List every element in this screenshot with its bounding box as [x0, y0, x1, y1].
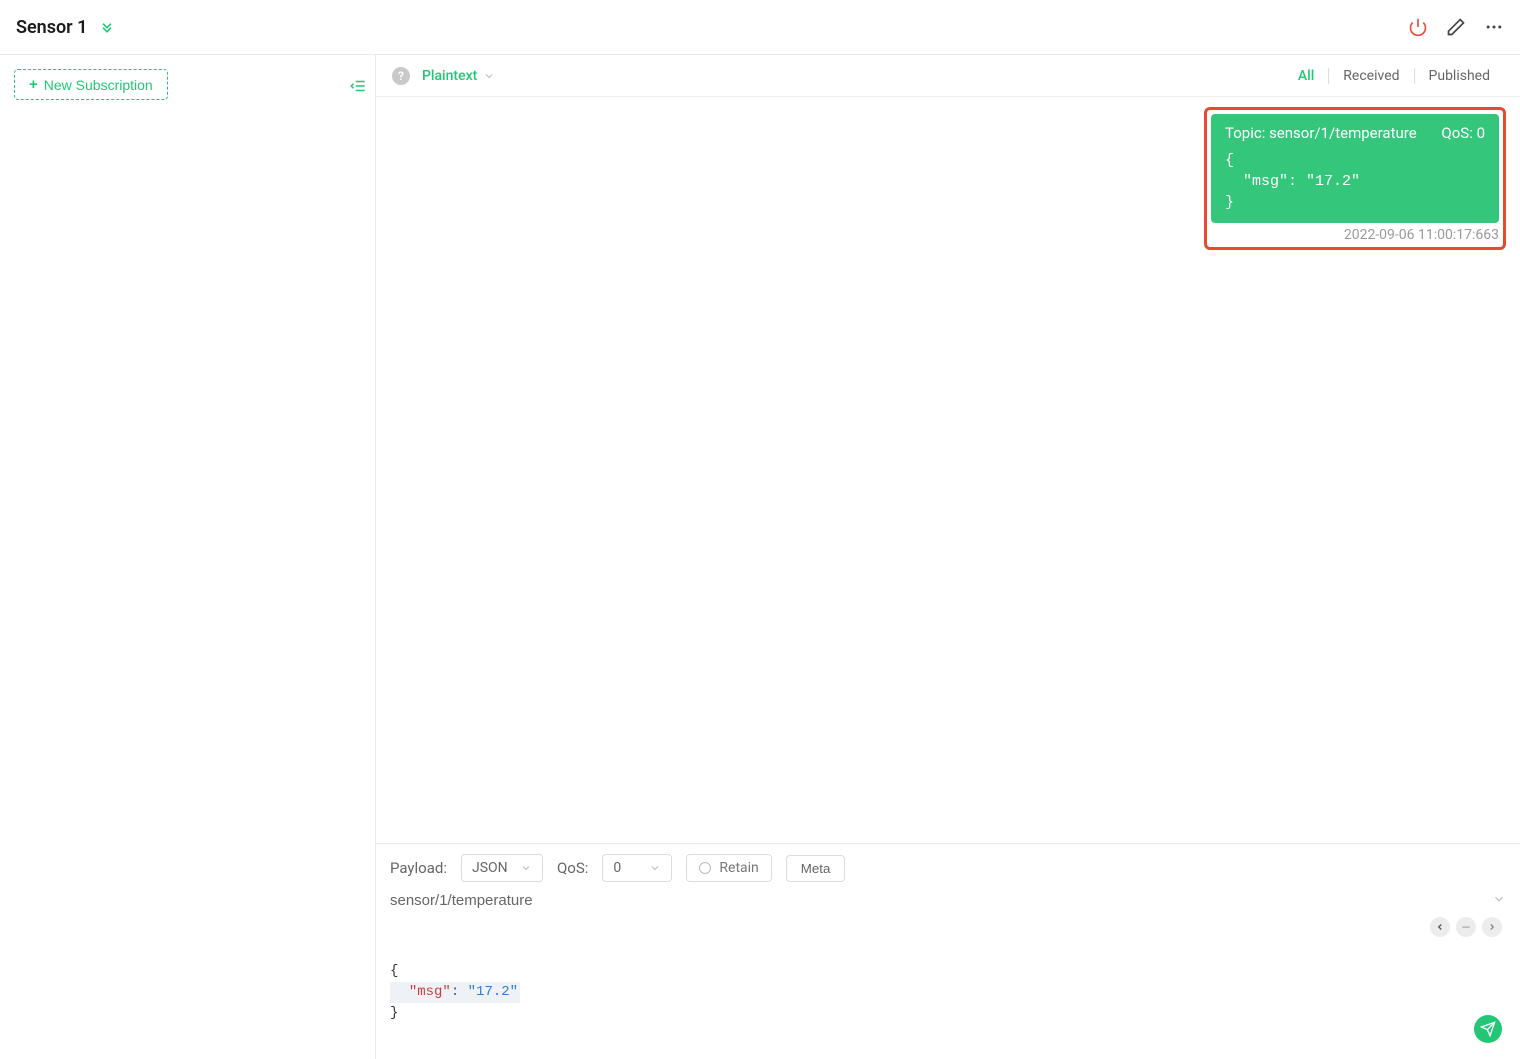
- retain-label: Retain: [719, 860, 758, 876]
- history-prev-button[interactable]: [1430, 917, 1450, 937]
- message-highlight: Topic: sensor/1/temperature QoS: 0 { "ms…: [1204, 107, 1506, 250]
- editor-history-controls: —: [1430, 917, 1502, 937]
- topic-history-icon[interactable]: [1492, 892, 1506, 910]
- message-filter-tabs: All Received Published: [1284, 68, 1504, 84]
- new-subscription-label: New Subscription: [44, 77, 153, 93]
- main-area: + New Subscription ? Plaintext All Recei…: [0, 55, 1520, 1059]
- payload-type-select[interactable]: JSON: [461, 854, 543, 882]
- payload-type-value: JSON: [472, 860, 508, 876]
- chevron-down-icon: [483, 70, 495, 82]
- filter-tab-all[interactable]: All: [1284, 68, 1328, 84]
- header-left: Sensor 1: [16, 17, 115, 38]
- history-pause-button[interactable]: —: [1456, 917, 1476, 937]
- message-item: Topic: sensor/1/temperature QoS: 0 { "ms…: [390, 107, 1506, 250]
- retain-toggle[interactable]: Retain: [686, 854, 771, 882]
- codec-label: Plaintext: [422, 68, 477, 84]
- messages-list[interactable]: Topic: sensor/1/temperature QoS: 0 { "ms…: [376, 97, 1520, 843]
- retain-radio-icon: [699, 862, 711, 874]
- publish-panel: Payload: JSON QoS: 0 Retain Meta: [376, 843, 1520, 1059]
- topic-input[interactable]: [390, 890, 1492, 911]
- new-subscription-button[interactable]: + New Subscription: [14, 69, 168, 100]
- message-timestamp: 2022-09-06 11:00:17:663: [1211, 227, 1499, 243]
- message-qos: QoS: 0: [1441, 124, 1485, 142]
- meta-button[interactable]: Meta: [786, 855, 846, 882]
- connection-title: Sensor 1: [16, 17, 87, 38]
- more-icon[interactable]: [1484, 17, 1504, 37]
- payload-label: Payload:: [390, 859, 447, 877]
- expand-connection-icon[interactable]: [99, 19, 115, 35]
- send-button[interactable]: [1474, 1015, 1502, 1043]
- topbar-left: ? Plaintext: [392, 67, 495, 85]
- filter-tab-received[interactable]: Received: [1328, 68, 1413, 84]
- help-badge[interactable]: ?: [392, 67, 410, 85]
- codec-select[interactable]: Plaintext: [422, 68, 495, 84]
- content-pane: ? Plaintext All Received Published Topic…: [376, 55, 1520, 1059]
- message-card[interactable]: Topic: sensor/1/temperature QoS: 0 { "ms…: [1211, 114, 1499, 223]
- message-topic: Topic: sensor/1/temperature: [1225, 124, 1417, 142]
- history-next-button[interactable]: [1482, 917, 1502, 937]
- collapse-sidebar-icon[interactable]: [349, 77, 367, 99]
- message-card-header: Topic: sensor/1/temperature QoS: 0: [1225, 124, 1485, 142]
- edit-icon[interactable]: [1446, 17, 1466, 37]
- chevron-down-icon: [520, 862, 532, 874]
- header-actions: [1408, 17, 1504, 37]
- qos-select[interactable]: 0: [602, 854, 672, 882]
- qos-label: QoS:: [557, 859, 588, 877]
- qos-value: 0: [613, 860, 621, 876]
- publish-options-row: Payload: JSON QoS: 0 Retain Meta: [390, 854, 1506, 882]
- chevron-down-icon: [649, 862, 661, 874]
- plus-icon: +: [29, 76, 38, 93]
- power-icon[interactable]: [1408, 17, 1428, 37]
- filter-tab-published[interactable]: Published: [1414, 68, 1504, 84]
- payload-editor[interactable]: — { "msg": "17.2" }: [390, 919, 1506, 1045]
- topic-row: [390, 890, 1506, 911]
- content-topbar: ? Plaintext All Received Published: [376, 55, 1520, 97]
- subscriptions-sidebar: + New Subscription: [0, 55, 376, 1059]
- message-body: { "msg": "17.2" }: [1225, 150, 1485, 213]
- header-bar: Sensor 1: [0, 0, 1520, 55]
